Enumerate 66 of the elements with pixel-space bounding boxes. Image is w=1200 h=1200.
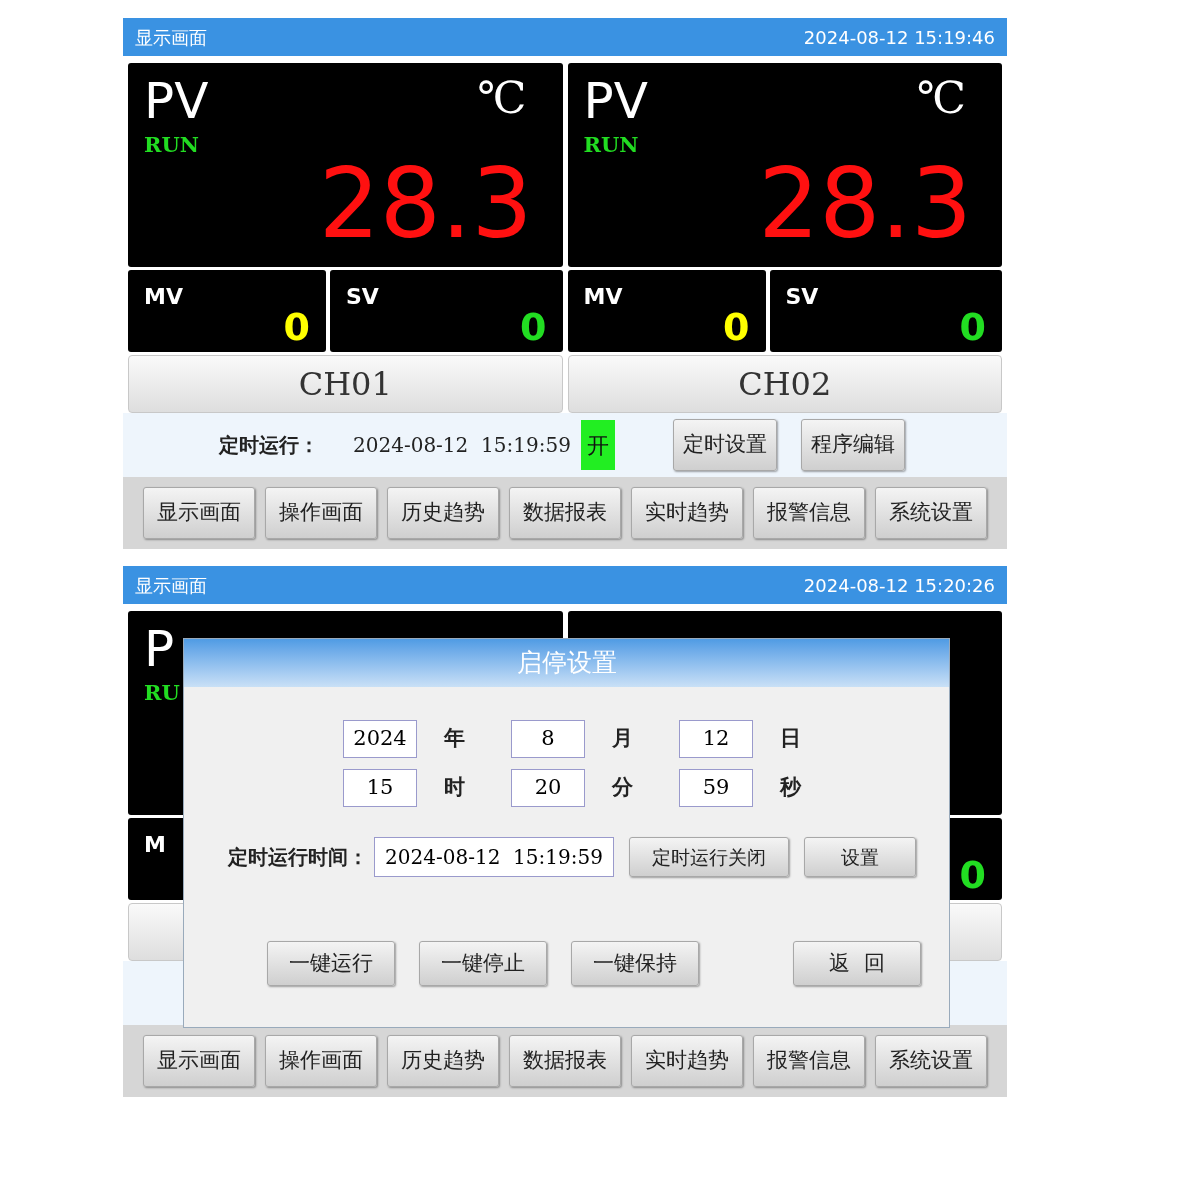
dialog-title: 启停设置 <box>516 647 617 680</box>
nav-button[interactable]: 报警信息 <box>753 487 865 539</box>
timer-label: 定时运行： <box>219 432 320 459</box>
pv-value: 28.3 <box>318 159 533 249</box>
datetime-label: 2024-08-12 15:19:46 <box>803 25 995 50</box>
date-field[interactable]: 59 <box>679 769 753 807</box>
timer-field[interactable]: 2024-08-12 15:19:59 <box>374 837 614 877</box>
run-status: RUN <box>583 132 639 157</box>
unit-label: 日 <box>780 725 802 753</box>
nav-button[interactable]: 操作画面 <box>265 487 377 539</box>
date-field[interactable]: 15 <box>343 769 417 807</box>
sv-value: 0 <box>520 306 547 348</box>
nav-button[interactable]: 数据报表 <box>509 1035 621 1087</box>
unit-label: 时 <box>444 774 466 802</box>
nav-button[interactable]: 数据报表 <box>509 487 621 539</box>
date-field[interactable]: 20 <box>511 769 585 807</box>
nav-button[interactable]: 显示画面 <box>143 487 255 539</box>
unit-label: 秒 <box>780 774 803 802</box>
mv-label: MV <box>583 284 623 309</box>
screen-title: 显示画面 <box>135 25 207 50</box>
action-button[interactable]: 一键停止 <box>419 941 547 986</box>
datetime-label: 2024-08-12 15:20:26 <box>803 573 995 598</box>
mv-value: 0 <box>723 306 750 348</box>
sv-value: 0 <box>959 306 986 348</box>
nav-button[interactable]: 历史趋势 <box>387 487 499 539</box>
pv-label: PV <box>144 73 209 129</box>
pv-label: P <box>144 621 175 677</box>
nav-button[interactable]: 系统设置 <box>875 1035 987 1087</box>
pv-label: PV <box>583 73 648 129</box>
pv-value: 28.3 <box>758 159 972 249</box>
timer-button[interactable]: 程序编辑 <box>800 419 905 471</box>
timer-state: 开 <box>580 420 615 470</box>
timer-button[interactable]: 定时设置 <box>672 419 777 471</box>
unit-label: ℃ <box>916 73 966 123</box>
channel-button[interactable]: CH02 <box>567 355 1002 413</box>
run-status: RUN <box>144 132 199 157</box>
mv-value: 0 <box>283 306 310 348</box>
nav-button[interactable]: 操作画面 <box>265 1035 377 1087</box>
unit-label: 月 <box>612 725 634 753</box>
nav-button[interactable]: 历史趋势 <box>387 1035 499 1087</box>
timer-label: 定时运行时间： <box>228 844 368 871</box>
action-button[interactable]: 一键运行 <box>267 941 395 986</box>
sv-value: 0 <box>959 854 986 896</box>
run-status: RU <box>144 680 180 705</box>
sv-label: SV <box>346 284 379 309</box>
date-field[interactable]: 12 <box>679 720 753 758</box>
action-button[interactable]: 一键保持 <box>571 941 699 986</box>
nav-button[interactable]: 系统设置 <box>875 487 987 539</box>
unit-label: 年 <box>444 725 466 753</box>
mv-label: MV <box>144 284 183 309</box>
back-button[interactable]: 返 回 <box>793 941 921 986</box>
timer-time: 2024-08-12 15:19:59 <box>353 432 571 459</box>
mv-label: M <box>144 832 166 857</box>
nav-button[interactable]: 实时趋势 <box>631 487 743 539</box>
dialog-button[interactable]: 设置 <box>804 837 916 877</box>
nav-button[interactable]: 显示画面 <box>143 1035 255 1087</box>
nav-button[interactable]: 实时趋势 <box>631 1035 743 1087</box>
date-field[interactable]: 8 <box>511 720 585 758</box>
unit-label: ℃ <box>477 73 527 123</box>
screen-title: 显示画面 <box>135 573 207 598</box>
nav-button[interactable]: 报警信息 <box>753 1035 865 1087</box>
channel-button[interactable]: CH01 <box>128 355 563 413</box>
date-field[interactable]: 2024 <box>343 720 417 758</box>
sv-label: SV <box>785 284 819 309</box>
unit-label: 分 <box>612 774 634 802</box>
dialog-button[interactable]: 定时运行关闭 <box>629 837 789 877</box>
